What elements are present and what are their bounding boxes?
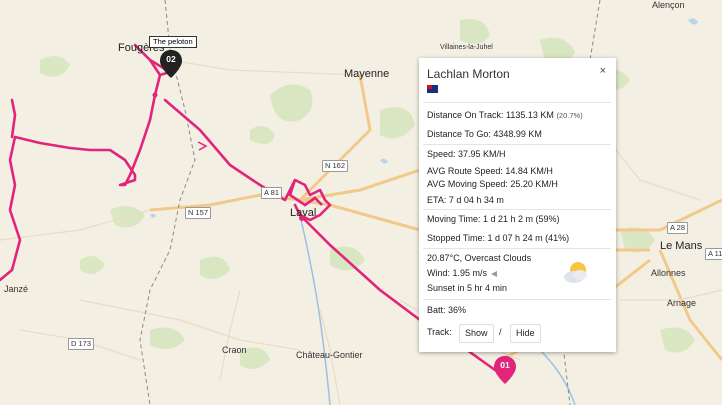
rider-name: Lachlan Morton (427, 67, 510, 81)
track-label: Track: (427, 327, 452, 337)
australia-flag-icon (427, 85, 438, 93)
road-d173: D 173 (68, 338, 95, 350)
peloton-marker[interactable]: 02 (160, 50, 182, 78)
town-le-mans: Le Mans (660, 240, 703, 252)
wind: Wind: 1.95 m/s (427, 268, 498, 278)
peloton-tag: The peloton (149, 36, 197, 48)
town-craon: Craon (222, 345, 247, 355)
stopped-time: Stopped Time: 1 d 07 h 24 m (41%) (427, 233, 570, 243)
distance-on-track: Distance On Track: 1135.13 KM (20.7%) (427, 110, 583, 120)
town-allonnes: Allonnes (651, 268, 686, 278)
road-n162: N 162 (322, 160, 349, 172)
divider (423, 144, 611, 145)
distance-to-go: Distance To Go: 4348.99 KM (427, 129, 542, 139)
battery: Batt: 36% (427, 305, 467, 315)
speed: Speed: 37.95 KM/H (427, 149, 506, 159)
distance-on-track-label: Distance On Track: (427, 110, 504, 120)
town-arnage: Arnage (667, 298, 697, 308)
town-alencon: Alençon (652, 0, 685, 10)
distance-on-track-pct: (20.7%) (556, 111, 583, 120)
close-icon[interactable]: × (600, 65, 606, 77)
rider-info-panel: Lachlan Morton × Distance On Track: 1135… (419, 58, 616, 352)
track-slash: / (499, 327, 502, 337)
avg-route-speed: AVG Route Speed: 14.84 KM/H (427, 166, 553, 176)
town-laval: Laval (290, 207, 317, 219)
track-show-button[interactable]: Show (459, 324, 494, 343)
sunset: Sunset in 5 hr 4 min (427, 283, 508, 293)
peloton-marker-label: 02 (166, 54, 176, 64)
divider (423, 299, 611, 300)
eta: ETA: 7 d 04 h 34 m (427, 195, 504, 205)
divider (423, 248, 611, 249)
town-janze: Janzé (4, 284, 29, 294)
divider (423, 102, 611, 103)
road-a11: A 11 (705, 248, 722, 260)
town-mayenne: Mayenne (344, 68, 390, 80)
moving-time: Moving Time: 1 d 21 h 2 m (59%) (427, 214, 560, 224)
distance-on-track-value: 1135.13 KM (506, 110, 554, 120)
road-n157: N 157 (185, 207, 212, 219)
wind-direction-icon (491, 270, 498, 277)
avg-moving-speed: AVG Moving Speed: 25.20 KM/H (427, 179, 558, 189)
checkpoint-dot[interactable] (152, 92, 158, 98)
cloudy-sun-icon (564, 262, 587, 283)
town-chateau-gontier: Château-Gontier (296, 350, 363, 360)
rider-marker[interactable]: 01 (494, 356, 516, 384)
rider-marker-label: 01 (500, 360, 510, 370)
weather-summary: 20.87°C, Overcast Clouds (427, 253, 532, 263)
divider (423, 209, 611, 210)
road-a28: A 28 (667, 222, 689, 234)
track-hide-button[interactable]: Hide (510, 324, 541, 343)
town-villaines: Villaines-la-Juhel (440, 44, 493, 51)
wind-value: Wind: 1.95 m/s (427, 268, 488, 278)
road-a81: A 81 (261, 187, 283, 199)
